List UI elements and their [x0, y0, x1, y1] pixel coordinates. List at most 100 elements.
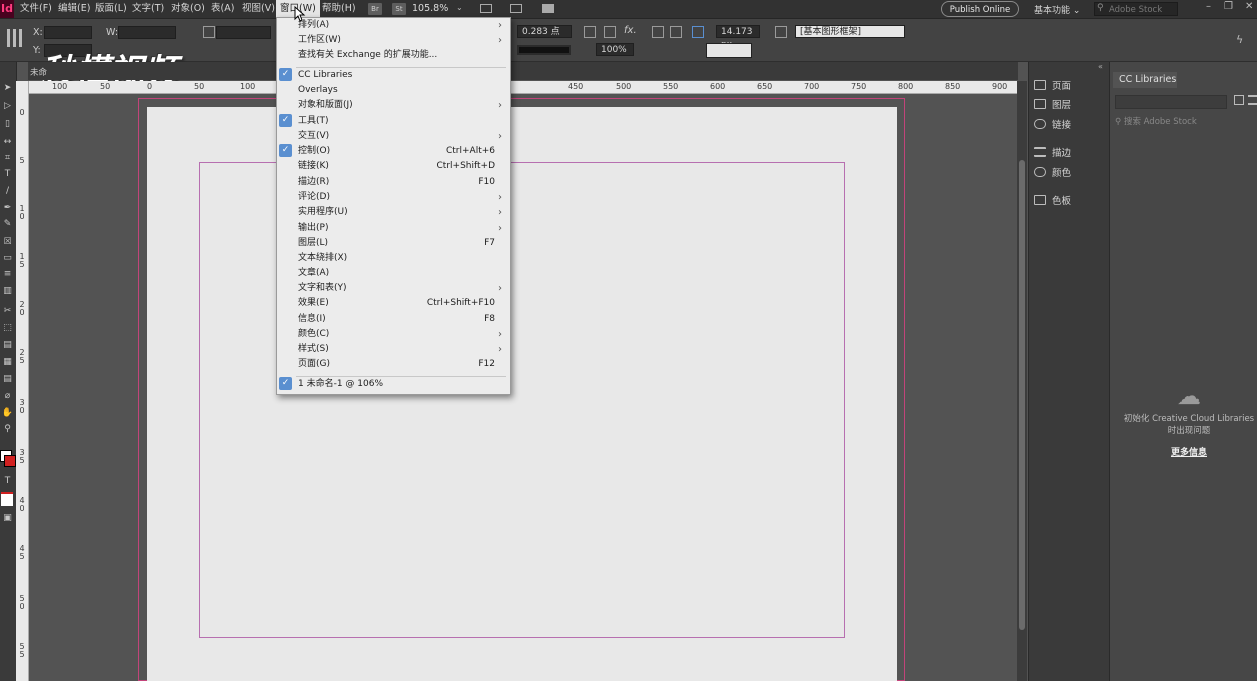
window-menu-item[interactable]: 颜色(C) ›: [277, 327, 508, 342]
direct-selection-tool-icon[interactable]: ▷: [1, 100, 14, 113]
line-tool-icon[interactable]: /: [1, 185, 14, 198]
window-menu-item[interactable]: 文章(A): [277, 266, 508, 281]
library-select[interactable]: [1115, 95, 1227, 109]
align-icon[interactable]: [670, 26, 682, 38]
effects-icon[interactable]: fx.: [624, 25, 637, 36]
dock-item-color[interactable]: 颜色: [1034, 166, 1071, 182]
zoom-tool-icon[interactable]: ⚲: [1, 423, 14, 436]
zoom-chevron-down-icon[interactable]: ⌄: [456, 3, 463, 12]
collapse-panels-icon[interactable]: «: [1098, 62, 1103, 71]
opacity-field[interactable]: 100%: [596, 43, 634, 56]
dock-item-pages[interactable]: 页面: [1034, 79, 1071, 95]
window-menu-item[interactable]: 工作区(W) ›: [277, 33, 508, 48]
hand-tool-icon[interactable]: ✋: [1, 407, 14, 420]
formatting-affects-text-icon[interactable]: T: [1, 475, 14, 488]
window-menu-item[interactable]: ✓ 工具(T): [277, 114, 508, 129]
fit-content-icon[interactable]: [604, 26, 616, 38]
text-wrap-icon[interactable]: [652, 26, 664, 38]
window-menu-item[interactable]: ✓ 1 未命名-1 @ 106%: [277, 377, 508, 392]
menu-help[interactable]: 帮助(H): [318, 0, 360, 18]
scissors-tool-icon[interactable]: ✂: [1, 305, 14, 318]
pencil-tool-icon[interactable]: ✎: [1, 218, 14, 231]
pen-tool-icon[interactable]: ✒: [1, 202, 14, 215]
window-menu-item[interactable]: 样式(S) ›: [277, 342, 508, 357]
note-tool-icon[interactable]: ▤: [1, 373, 14, 386]
w-field[interactable]: [118, 26, 176, 39]
menu-edit[interactable]: 编辑(E): [54, 0, 94, 18]
window-menu-item[interactable]: 排列(A) ›: [277, 18, 508, 33]
view-options-icon[interactable]: [480, 4, 492, 13]
dock-item-swatches[interactable]: 色板: [1034, 194, 1071, 210]
rotation-field[interactable]: [216, 26, 271, 39]
selection-tool-icon[interactable]: ➤: [1, 82, 14, 95]
window-menu-item[interactable]: 效果(E) Ctrl+Shift+F10: [277, 296, 508, 311]
window-menu-item[interactable]: 对象和版面(J) ›: [277, 98, 508, 113]
rotate-icon[interactable]: [203, 26, 215, 38]
object-style-select[interactable]: [基本图形框架]: [795, 25, 905, 38]
content-collector-icon[interactable]: ⌗: [1, 152, 14, 165]
publish-online-button[interactable]: Publish Online: [941, 1, 1019, 17]
window-menu-item[interactable]: 页面(G) F12: [277, 357, 508, 372]
gradient-feather-tool-icon[interactable]: ▦: [1, 356, 14, 369]
menu-type[interactable]: 文字(T): [128, 0, 168, 18]
window-menu-item[interactable]: 交互(V) ›: [277, 129, 508, 144]
cc-libraries-tab[interactable]: CC Libraries: [1113, 72, 1177, 88]
window-menu-item[interactable]: 输出(P) ›: [277, 221, 508, 236]
list-view-icon[interactable]: [1248, 95, 1257, 105]
lightning-icon[interactable]: ϟ: [1236, 33, 1243, 46]
swatch-field[interactable]: [706, 43, 752, 58]
frame-icon[interactable]: [775, 26, 787, 38]
apply-none-icon[interactable]: [1, 492, 13, 506]
arrange-documents-icon[interactable]: [542, 4, 554, 13]
window-menu-item[interactable]: ✓ CC Libraries: [277, 68, 508, 83]
window-menu-item[interactable]: 文本绕排(X): [277, 251, 508, 266]
restore-icon[interactable]: ❐: [1224, 1, 1233, 12]
dock-item-links[interactable]: 链接: [1034, 118, 1071, 134]
x-field[interactable]: [44, 26, 92, 39]
rectangle-tool-icon[interactable]: ▭: [1, 252, 14, 265]
window-menu-item[interactable]: 信息(I) F8: [277, 312, 508, 327]
menu-table[interactable]: 表(A): [207, 0, 238, 18]
stroke-type-swatch[interactable]: [517, 45, 571, 55]
more-info-link[interactable]: 更多信息: [1122, 445, 1256, 458]
horizontal-ruler[interactable]: 100 50 0 50 100 450 500 550 600 650 700 …: [28, 81, 1018, 94]
cc-search-input[interactable]: ⚲ 搜索 Adobe Stock: [1115, 115, 1197, 127]
stroke-weight-field[interactable]: 0.283 点: [517, 25, 572, 38]
size-field[interactable]: 14.173 px: [716, 25, 760, 50]
minimize-icon[interactable]: –: [1206, 1, 1211, 12]
eyedropper-tool-icon[interactable]: ⌀: [1, 390, 14, 403]
bridge-icon[interactable]: Br: [368, 3, 382, 15]
workspace-switcher[interactable]: 基本功能 ⌄: [1034, 3, 1080, 16]
adobe-stock-search[interactable]: Adobe Stock: [1094, 2, 1178, 16]
window-menu-item[interactable]: 文字和表(Y) ›: [277, 281, 508, 296]
vertical-ruler[interactable]: 0 5 1 0 1 5 2 0 2 5 3 0 3 5 4 0 4 5 5 0 …: [16, 81, 29, 681]
scrollbar-thumb[interactable]: [1019, 160, 1025, 630]
type-tool-icon[interactable]: T: [1, 168, 14, 181]
menu-layout[interactable]: 版面(L): [91, 0, 131, 18]
grid-view-icon[interactable]: [1234, 95, 1244, 105]
window-menu-item[interactable]: 评论(D) ›: [277, 190, 508, 205]
window-menu-item[interactable]: 图层(L) F7: [277, 236, 508, 251]
screen-mode-icon[interactable]: [510, 4, 522, 13]
gap-tool-icon[interactable]: ↔: [1, 136, 14, 149]
menu-object[interactable]: 对象(O): [167, 0, 209, 18]
window-menu-item[interactable]: ✓ 控制(O) Ctrl+Alt+6: [277, 144, 508, 159]
gradient-swatch-tool-icon[interactable]: ▤: [1, 339, 14, 352]
stroke-swatch[interactable]: [4, 455, 16, 467]
auto-fit-icon[interactable]: [692, 26, 704, 38]
vertical-grid-tool-icon[interactable]: ▥: [1, 285, 14, 298]
reference-point-icon[interactable]: [7, 29, 25, 47]
screen-mode-tool-icon[interactable]: ▣: [1, 512, 14, 525]
horizontal-grid-tool-icon[interactable]: ≡: [1, 268, 14, 281]
menu-file[interactable]: 文件(F): [16, 0, 56, 18]
document-tab[interactable]: 未命: [30, 66, 47, 78]
free-transform-tool-icon[interactable]: ⬚: [1, 322, 14, 335]
window-menu-item[interactable]: Overlays: [277, 83, 508, 98]
close-icon[interactable]: ✕: [1245, 1, 1253, 12]
stock-icon[interactable]: St: [392, 3, 406, 15]
window-menu-item[interactable]: 查找有关 Exchange 的扩展功能...: [277, 48, 508, 63]
window-menu-item[interactable]: 描边(R) F10: [277, 175, 508, 190]
page-tool-icon[interactable]: ▯: [1, 118, 14, 131]
window-menu-item[interactable]: 链接(K) Ctrl+Shift+D: [277, 159, 508, 174]
dock-item-layers[interactable]: 图层: [1034, 98, 1071, 114]
